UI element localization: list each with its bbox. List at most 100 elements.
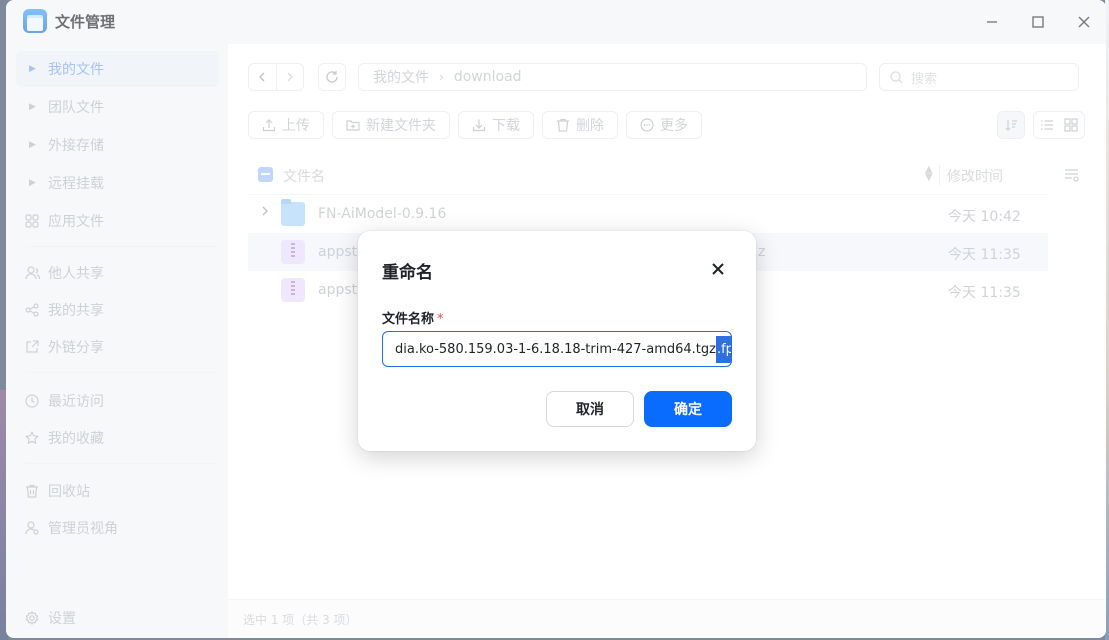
file-modified: 今天 11:35 (948, 285, 1021, 301)
sidebar-item-admin-view[interactable]: 管理员视角 (16, 510, 219, 546)
sidebar-item-label: 我的文件 (48, 62, 104, 78)
sort-arrows-icon[interactable]: ▲ ▼ (925, 165, 933, 183)
file-modified: 今天 10:42 (948, 209, 1021, 225)
settings-button[interactable]: 设置 (16, 600, 219, 636)
sidebar: ▶ 我的文件 ▶ 团队文件 ▶ 外接存储 ▶ 远程挂载 应用文件 他人共享 我的… (6, 44, 228, 638)
rename-dialog: 重命名 文件名称 * dia.ko-580.159.03-1-6.18.18-tr… (358, 231, 756, 451)
sidebar-item-recent[interactable]: 最近访问 (16, 383, 219, 419)
filename-input-selection: .fpk (715, 335, 731, 363)
view-toggle (1033, 111, 1085, 139)
upload-button[interactable]: 上传 (248, 111, 324, 139)
more-label: 更多 (660, 118, 688, 134)
history-nav (248, 63, 304, 91)
sidebar-item-label: 我的共享 (48, 303, 104, 319)
sidebar-divider (26, 246, 216, 247)
cancel-button[interactable]: 取消 (546, 391, 634, 427)
new-folder-button[interactable]: 新建文件夹 (332, 111, 450, 139)
minimize-icon (987, 21, 997, 23)
app-title: 文件管理 (55, 13, 116, 31)
sidebar-item-label: 他人共享 (48, 266, 104, 282)
sidebar-item-label: 团队文件 (48, 100, 104, 116)
breadcrumb[interactable]: 我的文件 › download (358, 63, 867, 91)
confirm-button[interactable]: 确定 (644, 391, 732, 427)
sidebar-item-label: 远程挂载 (48, 176, 104, 192)
sidebar-item-favorites[interactable]: 我的收藏 (16, 420, 219, 456)
upload-label: 上传 (282, 118, 310, 134)
chevron-right-icon[interactable] (261, 206, 269, 219)
delete-label: 删除 (576, 118, 604, 134)
clock-icon (24, 393, 40, 409)
sidebar-item-label: 外接存储 (48, 138, 104, 154)
sort-icon (1005, 120, 1017, 131)
sort-button[interactable] (997, 111, 1025, 139)
minimize-button[interactable] (980, 10, 1004, 34)
search-input[interactable]: 搜索 (879, 63, 1079, 91)
grid-view-icon (1064, 118, 1078, 132)
sidebar-item-shared-with-me[interactable]: 他人共享 (16, 255, 219, 291)
sidebar-item-link-share[interactable]: 外链分享 (16, 329, 219, 365)
apps-grid-icon (24, 213, 40, 229)
sidebar-item-team-files[interactable]: ▶ 团队文件 (16, 89, 219, 125)
sidebar-item-label: 外链分享 (48, 340, 104, 356)
external-link-icon (24, 339, 40, 355)
sidebar-item-label: 应用文件 (48, 214, 104, 230)
caret-right-icon: ▶ (29, 64, 36, 74)
upload-icon (262, 119, 276, 132)
sidebar-divider (26, 463, 216, 464)
column-header-modified[interactable]: 修改时间 (947, 166, 1003, 186)
required-mark: * (437, 312, 444, 327)
refresh-button[interactable] (318, 63, 346, 91)
sidebar-item-remote-mount[interactable]: ▶ 远程挂载 (16, 165, 219, 201)
caret-right-icon: ▶ (29, 140, 36, 150)
file-modified: 今天 11:35 (948, 247, 1021, 263)
select-all-checkbox[interactable] (258, 167, 273, 182)
more-button[interactable]: 更多 (626, 111, 702, 139)
status-bar: 选中 1 项（共 3 项） (228, 599, 1106, 638)
download-button[interactable]: 下载 (458, 111, 534, 139)
grid-view-button[interactable] (1059, 118, 1083, 132)
column-header-name[interactable]: 文件名 (283, 166, 325, 186)
sidebar-divider (26, 372, 216, 373)
column-settings-button[interactable] (1064, 168, 1080, 186)
table-row[interactable]: FN-AiModel-0.9.16 今天 10:42 (248, 195, 1048, 233)
breadcrumb-root[interactable]: 我的文件 (373, 67, 429, 87)
refresh-icon (326, 71, 338, 83)
column-divider[interactable] (939, 165, 940, 185)
more-icon (640, 118, 654, 132)
file-name-tail: z (758, 244, 766, 260)
search-icon (890, 70, 903, 84)
back-button[interactable] (249, 64, 277, 90)
maximize-icon (1032, 16, 1044, 28)
maximize-button[interactable] (1026, 10, 1050, 34)
sidebar-item-app-files[interactable]: 应用文件 (16, 203, 219, 239)
close-window-button[interactable] (1072, 10, 1096, 34)
settings-label: 设置 (48, 611, 76, 627)
list-view-button[interactable] (1035, 119, 1059, 131)
sidebar-item-label: 管理员视角 (48, 521, 118, 537)
sidebar-item-label: 我的收藏 (48, 431, 104, 447)
delete-button[interactable]: 删除 (542, 111, 618, 139)
selection-status: 选中 1 项（共 3 项） (243, 612, 358, 627)
chevron-right-icon (287, 72, 293, 82)
filename-input[interactable]: dia.ko-580.159.03-1-6.18.18-trim-427-amd… (382, 331, 732, 367)
archive-icon (281, 278, 305, 302)
sidebar-item-external-storage[interactable]: ▶ 外接存储 (16, 127, 219, 163)
sidebar-item-my-shares[interactable]: 我的共享 (16, 292, 219, 328)
app-folder-icon (23, 9, 47, 33)
new-folder-icon (346, 120, 360, 131)
dialog-title: 重命名 (382, 263, 433, 283)
gear-icon (24, 610, 40, 626)
admin-user-icon (24, 520, 40, 536)
list-view-icon (1041, 120, 1053, 130)
file-name: FN-AiModel-0.9.16 (318, 206, 447, 222)
breadcrumb-separator-icon: › (439, 70, 444, 84)
dialog-close-button[interactable] (708, 259, 728, 279)
breadcrumb-current: download (453, 69, 522, 85)
close-icon (712, 263, 724, 275)
forward-button[interactable] (277, 64, 304, 90)
list-header: 文件名 ▲ ▼ 修改时间 (248, 155, 1048, 195)
caret-right-icon: ▶ (29, 102, 36, 112)
sidebar-item-my-files[interactable]: ▶ 我的文件 (16, 51, 219, 87)
new-folder-label: 新建文件夹 (366, 118, 436, 134)
sidebar-item-recycle-bin[interactable]: 回收站 (16, 473, 219, 509)
